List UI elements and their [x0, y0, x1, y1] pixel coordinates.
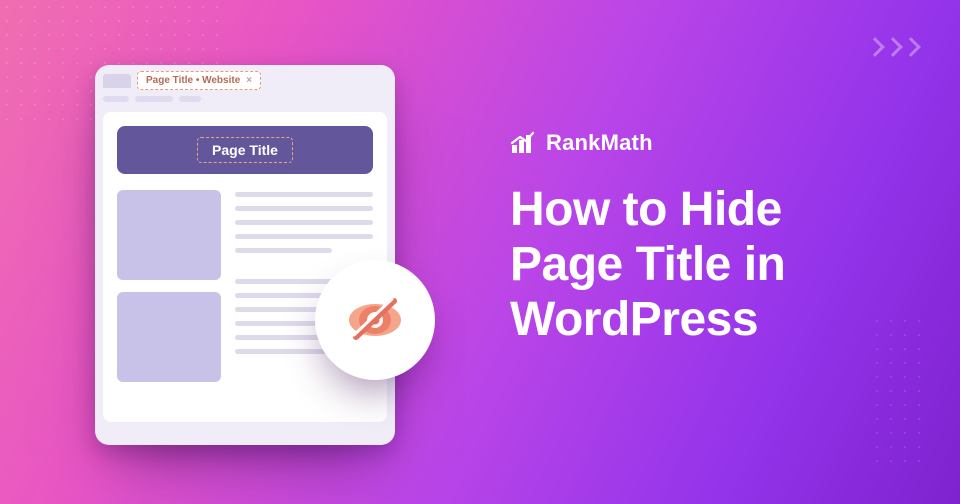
- hide-icon-badge: [315, 260, 435, 380]
- text-line: [235, 248, 332, 253]
- headline-block: RankMath How to Hide Page Title in WordP…: [510, 130, 785, 348]
- brand-name: RankMath: [546, 130, 653, 156]
- active-tab-label: Page Title • Website: [146, 75, 240, 86]
- page-title-banner: Page Title: [117, 126, 373, 174]
- text-line: [235, 206, 373, 211]
- headline-line-3: WordPress: [510, 292, 785, 347]
- headline-line-1: How to Hide: [510, 182, 785, 237]
- close-icon: ×: [246, 75, 252, 86]
- text-line: [235, 192, 373, 197]
- headline: How to Hide Page Title in WordPress: [510, 182, 785, 348]
- url-bar: [103, 96, 387, 102]
- dot-pattern-bottom-right: [870, 314, 930, 464]
- text-line: [235, 234, 373, 239]
- chevron-decor: [868, 40, 918, 54]
- rankmath-logo-icon: [510, 130, 536, 156]
- text-line: [235, 349, 332, 354]
- image-placeholder: [117, 190, 221, 280]
- brand: RankMath: [510, 130, 785, 156]
- inactive-tab: [103, 74, 131, 88]
- browser-mockup: Page Title • Website × Page Title: [95, 65, 395, 445]
- hide-eye-icon: [342, 287, 408, 353]
- headline-line-2: Page Title in: [510, 237, 785, 292]
- text-line: [235, 220, 373, 225]
- page-title-text: Page Title: [197, 137, 293, 163]
- active-tab: Page Title • Website ×: [137, 71, 261, 90]
- image-placeholder: [117, 292, 221, 382]
- browser-tab-bar: Page Title • Website ×: [95, 65, 395, 90]
